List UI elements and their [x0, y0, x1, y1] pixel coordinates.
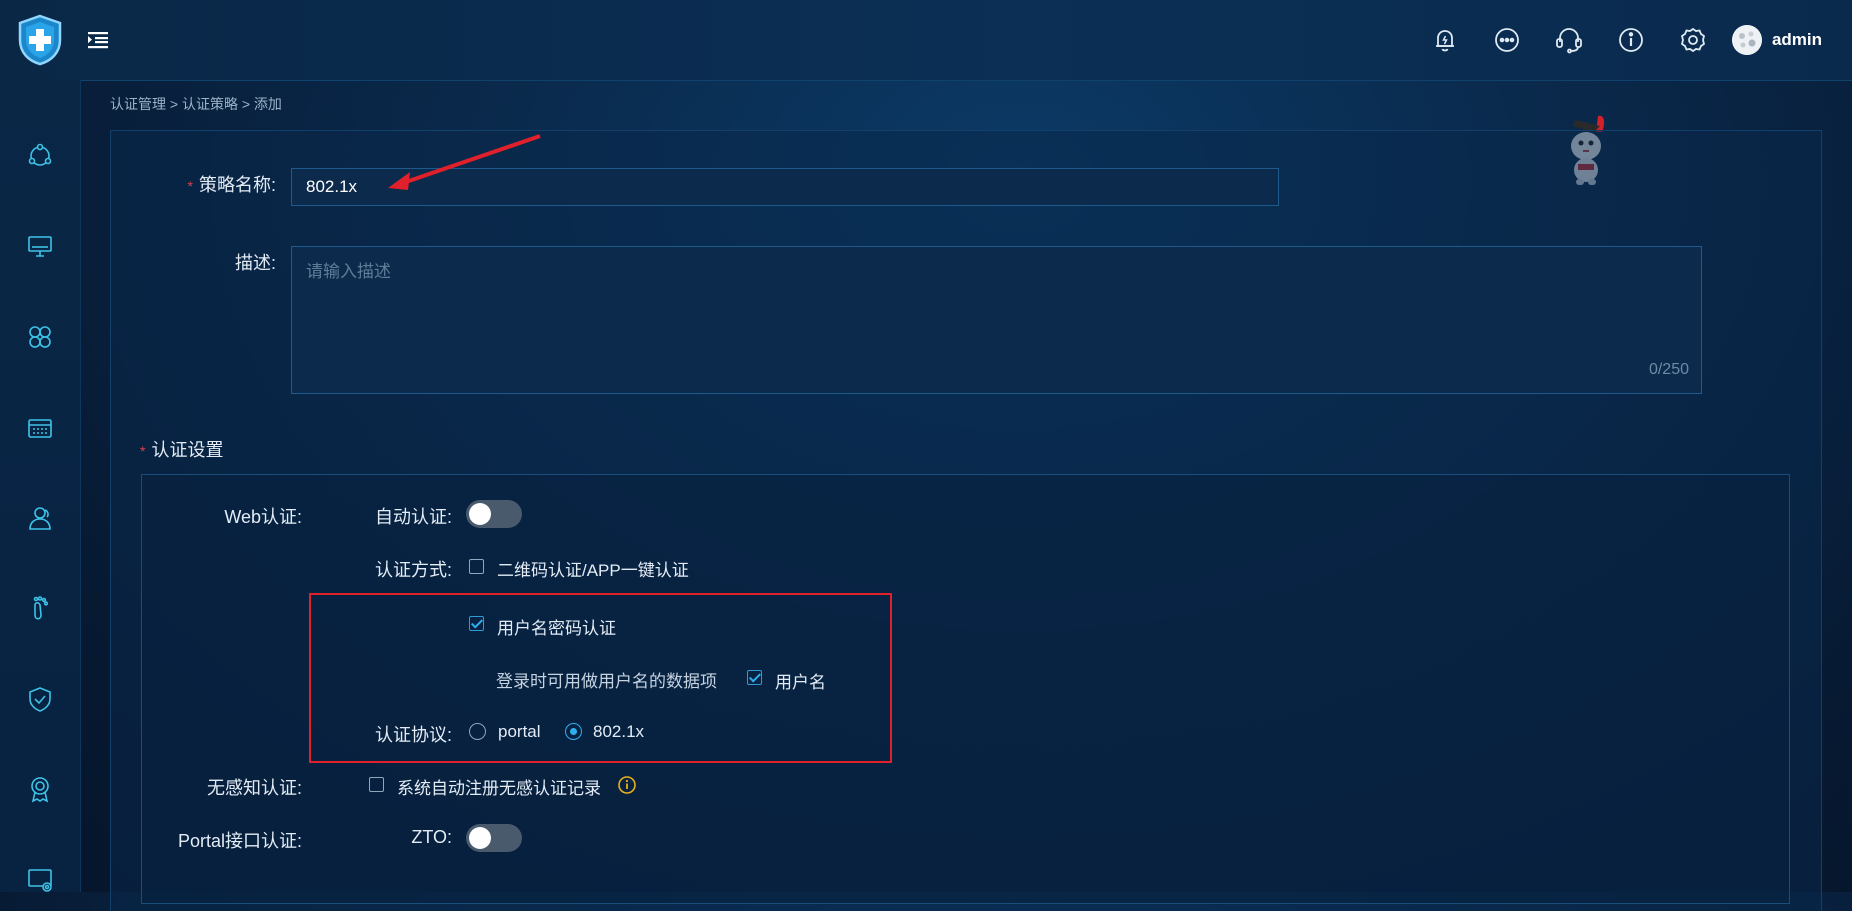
auth-settings-label: * 认证设置 — [140, 436, 223, 462]
auth-method-label-text: 认证方式: — [374, 560, 452, 580]
gear-icon[interactable] — [1662, 0, 1724, 80]
user-menu[interactable]: admin — [1731, 25, 1822, 55]
info-icon[interactable] — [1600, 0, 1662, 80]
screen-settings-icon[interactable] — [0, 850, 80, 910]
breadcrumb-text: 认证管理 > 认证策略 > 添加 — [110, 96, 282, 112]
zto-toggle[interactable] — [466, 824, 522, 852]
avatar[interactable] — [1731, 25, 1762, 55]
highlight-box — [309, 593, 892, 763]
portal-api-auth-label: Portal接口认证: — [150, 827, 302, 853]
seamless-checkbox[interactable] — [369, 777, 384, 792]
policy-name-label: * 策略名称: — [160, 171, 276, 197]
qr-app-checkbox[interactable] — [469, 559, 484, 574]
seamless-auth-label: 无感知认证: — [150, 774, 302, 800]
users-icon[interactable] — [0, 488, 80, 548]
username: admin — [1771, 30, 1822, 49]
toggle-knob — [469, 827, 491, 849]
shield-check-icon[interactable] — [0, 669, 80, 729]
description-counter: 0/250 — [1648, 361, 1689, 378]
seamless-option: 系统自动注册无感认证记录 — [397, 779, 601, 798]
seamless-auth-label-text: 无感知认证: — [206, 778, 302, 798]
auto-auth-label: 自动认证: — [350, 503, 452, 529]
shield-logo-icon[interactable] — [16, 14, 64, 66]
zto-label-text: ZTO: — [411, 827, 452, 847]
description-label: 描述: — [180, 249, 276, 275]
qr-app-option: 二维码认证/APP一键认证 — [497, 561, 689, 580]
description-label-text: 描述: — [234, 253, 276, 273]
web-auth-label: Web认证: — [150, 503, 302, 529]
zto-label: ZTO: — [380, 827, 452, 848]
footprint-icon[interactable] — [0, 579, 80, 639]
web-auth-label-text: Web认证: — [224, 507, 302, 527]
auth-method-label: 认证方式: — [350, 556, 452, 582]
annotation-arrow — [388, 134, 541, 190]
auto-auth-toggle[interactable] — [466, 500, 522, 528]
network-topology-icon[interactable] — [0, 126, 80, 186]
sidebar — [0, 80, 81, 892]
auto-auth-label-text: 自动认证: — [374, 507, 452, 527]
policy-name-label-text: 策略名称: — [198, 175, 276, 195]
apps-icon[interactable] — [0, 307, 80, 367]
policy-name-value: 802.1x — [306, 177, 358, 196]
monitor-icon[interactable] — [0, 216, 80, 276]
description-textarea[interactable]: 请输入描述 0/250 — [291, 246, 1702, 394]
required-asterisk: * — [187, 178, 193, 194]
description-placeholder: 请输入描述 — [306, 262, 391, 281]
top-bar: admin — [0, 0, 1852, 81]
auth-settings-label-text: 认证设置 — [151, 440, 224, 460]
menu-toggle-icon[interactable] — [86, 28, 110, 52]
more-dots-icon[interactable] — [1476, 0, 1538, 80]
info-icon[interactable] — [618, 776, 636, 794]
portal-api-auth-label-text: Portal接口认证: — [177, 831, 302, 851]
bell-icon[interactable] — [1414, 0, 1476, 80]
breadcrumb: 认证管理 > 认证策略 > 添加 — [110, 94, 282, 114]
headset-icon[interactable] — [1538, 0, 1600, 80]
certificate-icon[interactable] — [0, 759, 80, 819]
toggle-knob — [469, 503, 491, 525]
terminal-device-icon[interactable] — [0, 398, 80, 458]
required-asterisk: * — [140, 443, 146, 459]
